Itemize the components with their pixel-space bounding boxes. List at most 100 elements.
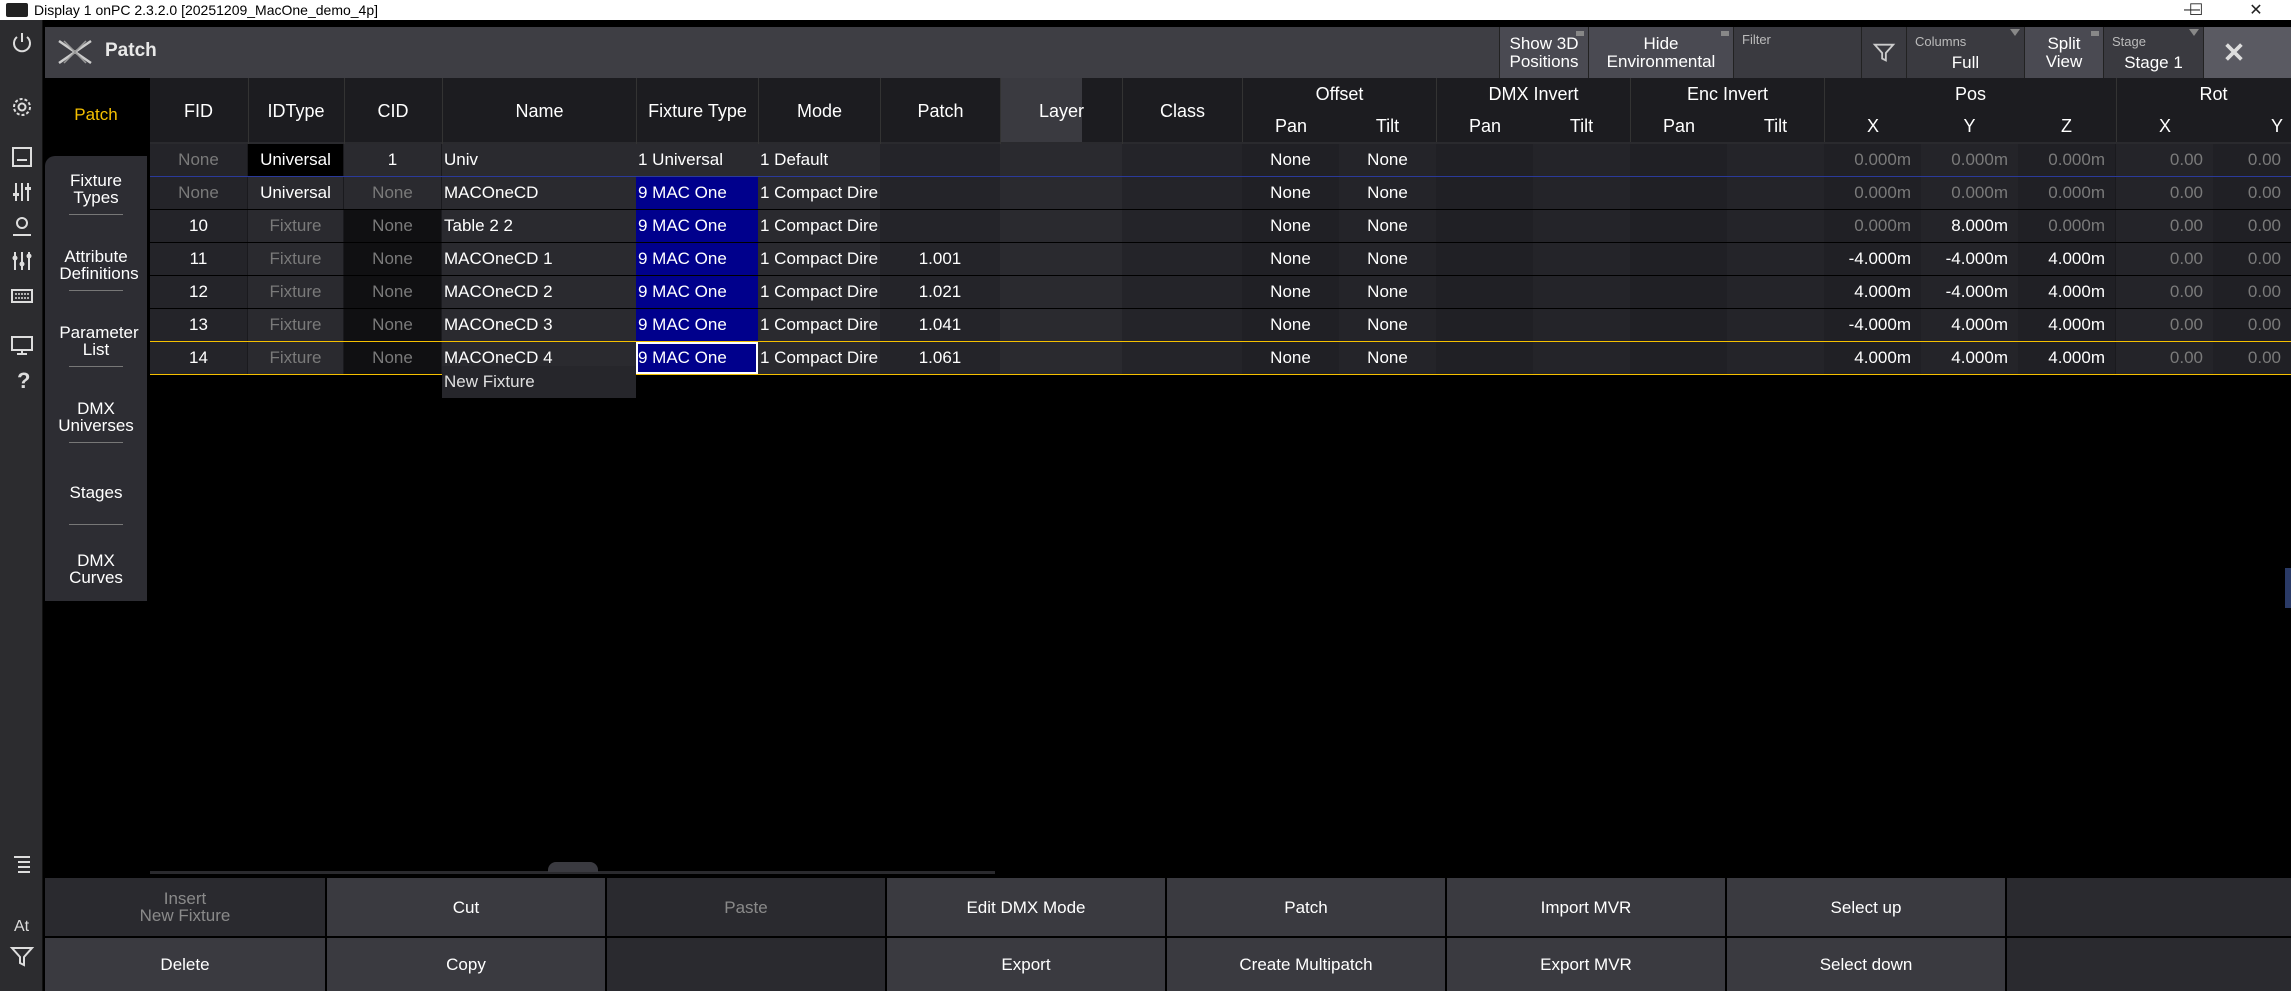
cell-empty[interactable] xyxy=(1436,177,1533,209)
edit-dmx-mode-button[interactable]: Edit DMX Mode xyxy=(887,878,1165,936)
cell-pos-y[interactable]: 4.000m xyxy=(1921,309,2018,341)
column-header-pos-x[interactable]: X xyxy=(1824,110,1921,142)
cell-idtype[interactable]: Fixture xyxy=(248,243,343,275)
cell-cid[interactable]: 1 xyxy=(344,144,441,176)
cell-pos-z[interactable]: 0.000m xyxy=(2018,177,2115,209)
cell-empty[interactable] xyxy=(1000,276,1122,308)
cut-button[interactable]: Cut xyxy=(327,878,605,936)
cell-fid[interactable]: 10 xyxy=(150,210,247,242)
cell-empty[interactable] xyxy=(1727,177,1824,209)
cell-patch[interactable]: 1.061 xyxy=(880,342,1000,374)
cell-pos-y[interactable]: -4.000m xyxy=(1921,243,2018,275)
cell-offset-tilt[interactable]: None xyxy=(1339,144,1436,176)
cell-rot-y[interactable]: 0.00 xyxy=(2213,243,2291,275)
cell-rot-x[interactable]: 0.00 xyxy=(2116,243,2213,275)
tab-dmx-curves[interactable]: DMX Curves xyxy=(45,552,147,586)
cell-offset-pan[interactable]: None xyxy=(1242,342,1339,374)
cell-pos-x[interactable]: -4.000m xyxy=(1824,243,1921,275)
cell-mode[interactable]: 1 Compact Dire xyxy=(758,210,880,242)
cell-pos-z[interactable]: 4.000m xyxy=(2018,243,2115,275)
cell-empty[interactable] xyxy=(1727,309,1824,341)
column-header-cid[interactable]: CID xyxy=(344,78,441,144)
show-3d-positions-button[interactable]: Show 3D Positions xyxy=(1499,27,1588,78)
column-header-dmx-invert-pan[interactable]: Pan xyxy=(1436,110,1533,142)
cell-name[interactable]: Univ xyxy=(442,144,636,176)
column-header-pos-z[interactable]: Z xyxy=(2018,110,2115,142)
column-header-class[interactable]: Class xyxy=(1122,78,1242,144)
cell-mode[interactable]: 1 Compact Dire xyxy=(758,276,880,308)
cell-pos-y[interactable]: 4.000m xyxy=(1921,342,2018,374)
column-header-mode[interactable]: Mode xyxy=(758,78,880,144)
cell-empty[interactable] xyxy=(1533,342,1630,374)
cell-offset-tilt[interactable]: None xyxy=(1339,342,1436,374)
column-header-fixture-type[interactable]: Fixture Type xyxy=(636,78,758,144)
cell-patch[interactable]: 1.021 xyxy=(880,276,1000,308)
cell-patch[interactable]: 1.041 xyxy=(880,309,1000,341)
cell-cid[interactable]: None xyxy=(344,342,441,374)
cell-offset-tilt[interactable]: None xyxy=(1339,210,1436,242)
cell-empty[interactable] xyxy=(1533,243,1630,275)
cell-fixture-type[interactable]: 9 MAC One xyxy=(636,243,758,275)
cell-rot-x[interactable]: 0.00 xyxy=(2116,210,2213,242)
stage-dropdown[interactable]: Stage Stage 1 xyxy=(2103,27,2203,78)
cell-fixture-type[interactable]: 9 MAC One xyxy=(636,210,758,242)
delete-button[interactable]: Delete xyxy=(45,938,325,991)
cell-empty[interactable] xyxy=(1122,210,1242,242)
cell-patch[interactable]: 1.001 xyxy=(880,243,1000,275)
cell-idtype[interactable]: Universal xyxy=(248,144,343,176)
cell-empty[interactable] xyxy=(1122,177,1242,209)
cell-pos-x[interactable]: 4.000m xyxy=(1824,342,1921,374)
cell-patch[interactable] xyxy=(880,177,1000,209)
cell-empty[interactable] xyxy=(1533,309,1630,341)
cell-rot-y[interactable]: 0.00 xyxy=(2213,342,2291,374)
cell-empty[interactable] xyxy=(1122,243,1242,275)
cell-fixture-type[interactable]: 9 MAC One xyxy=(636,276,758,308)
cell-pos-y[interactable]: 8.000m xyxy=(1921,210,2018,242)
cell-offset-tilt[interactable]: None xyxy=(1339,177,1436,209)
cell-cid[interactable]: None xyxy=(344,177,441,209)
cell-mode[interactable]: 1 Default xyxy=(758,144,880,176)
cell-rot-x[interactable]: 0.00 xyxy=(2116,177,2213,209)
cell-empty[interactable] xyxy=(1122,276,1242,308)
tab-fixture-types[interactable]: Fixture Types xyxy=(45,172,147,215)
cell-mode[interactable]: 1 Compact Dire xyxy=(758,309,880,341)
cell-empty[interactable] xyxy=(1000,309,1122,341)
keyboard-button[interactable] xyxy=(0,273,43,319)
column-header-offset-tilt[interactable]: Tilt xyxy=(1339,110,1436,142)
cell-empty[interactable] xyxy=(1436,342,1533,374)
tab-patch[interactable]: Patch xyxy=(45,78,147,152)
column-header-rot-y[interactable]: Y xyxy=(2213,110,2291,142)
cell-rot-y[interactable]: 0.00 xyxy=(2213,144,2291,176)
cell-pos-y[interactable]: 0.000m xyxy=(1921,144,2018,176)
columns-dropdown[interactable]: Columns Full xyxy=(1906,27,2024,78)
cell-cid[interactable]: None xyxy=(344,309,441,341)
select-up-button[interactable]: Select up xyxy=(1727,878,2005,936)
cell-rot-y[interactable]: 0.00 xyxy=(2213,177,2291,209)
column-header-fid[interactable]: FID xyxy=(150,78,247,144)
cell-idtype[interactable]: Universal xyxy=(248,177,343,209)
cell-empty[interactable] xyxy=(1630,276,1727,308)
tab-parameter-list[interactable]: Parameter List xyxy=(45,324,147,367)
cell-empty[interactable] xyxy=(1122,144,1242,176)
cell-fid[interactable]: None xyxy=(150,144,247,176)
column-header-pos-y[interactable]: Y xyxy=(1921,110,2018,142)
cell-empty[interactable] xyxy=(1727,243,1824,275)
cell-empty[interactable] xyxy=(1630,177,1727,209)
cell-mode[interactable]: 1 Compact Dire xyxy=(758,243,880,275)
cell-name[interactable]: MACOneCD 2 xyxy=(442,276,636,308)
cell-offset-pan[interactable]: None xyxy=(1242,144,1339,176)
at-filter-button[interactable] xyxy=(0,937,43,977)
cell-name[interactable]: MACOneCD 1 xyxy=(442,243,636,275)
column-header-patch[interactable]: Patch xyxy=(880,78,1000,144)
cell-rot-x[interactable]: 0.00 xyxy=(2116,144,2213,176)
cell-rot-y[interactable]: 0.00 xyxy=(2213,210,2291,242)
cell-cid[interactable]: None xyxy=(344,210,441,242)
help-button[interactable]: ? xyxy=(0,357,43,403)
column-header-offset-pan[interactable]: Pan xyxy=(1242,110,1339,142)
cell-empty[interactable] xyxy=(1436,144,1533,176)
cell-pos-x[interactable]: 0.000m xyxy=(1824,144,1921,176)
tab-attribute-definitions[interactable]: Attribute Definitions xyxy=(45,248,147,291)
cell-empty[interactable] xyxy=(1630,309,1727,341)
cell-empty[interactable] xyxy=(1000,243,1122,275)
cell-offset-tilt[interactable]: None xyxy=(1339,309,1436,341)
